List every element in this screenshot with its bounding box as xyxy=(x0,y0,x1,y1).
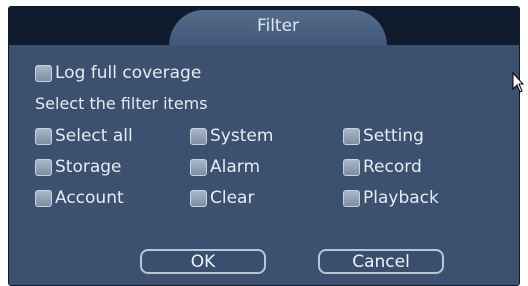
title-tab: Filter xyxy=(169,10,387,46)
clear-label: Clear xyxy=(210,188,255,208)
alarm-checkbox[interactable]: Alarm xyxy=(190,156,260,178)
checkbox-box[interactable] xyxy=(35,158,52,176)
log-full-coverage-label: Log full coverage xyxy=(55,63,202,83)
system-label: System xyxy=(210,126,274,146)
checkbox-box[interactable] xyxy=(190,127,207,145)
select-all-checkbox[interactable]: Select all xyxy=(35,125,133,147)
dialog-title: Filter xyxy=(256,16,300,36)
playback-checkbox[interactable]: Playback xyxy=(343,187,439,209)
ok-button[interactable]: OK xyxy=(140,249,266,274)
filter-dialog: Filter Log full coverage Select the filt… xyxy=(8,6,520,286)
checkbox-box[interactable] xyxy=(35,64,52,82)
checkbox-box[interactable] xyxy=(343,158,360,176)
system-checkbox[interactable]: System xyxy=(190,125,273,147)
cancel-button[interactable]: Cancel xyxy=(318,249,444,274)
checkbox-box[interactable] xyxy=(190,189,207,207)
account-label: Account xyxy=(55,188,124,208)
storage-label: Storage xyxy=(55,157,122,177)
title-bar: Filter xyxy=(9,7,519,46)
mouse-pointer-icon xyxy=(512,72,524,93)
filter-items-heading: Select the filter items xyxy=(35,94,208,113)
record-label: Record xyxy=(363,157,422,177)
record-checkbox[interactable]: Record xyxy=(343,156,422,178)
playback-label: Playback xyxy=(363,188,439,208)
storage-checkbox[interactable]: Storage xyxy=(35,156,122,178)
setting-checkbox[interactable]: Setting xyxy=(343,125,424,147)
alarm-label: Alarm xyxy=(210,157,261,177)
checkbox-box[interactable] xyxy=(343,189,360,207)
checkbox-box[interactable] xyxy=(343,127,360,145)
log-full-coverage-checkbox[interactable]: Log full coverage xyxy=(35,62,201,84)
checkbox-box[interactable] xyxy=(190,158,207,176)
setting-label: Setting xyxy=(363,126,424,146)
checkbox-box[interactable] xyxy=(35,127,52,145)
select-all-label: Select all xyxy=(55,126,133,146)
clear-checkbox[interactable]: Clear xyxy=(190,187,254,209)
checkbox-box[interactable] xyxy=(35,189,52,207)
account-checkbox[interactable]: Account xyxy=(35,187,124,209)
